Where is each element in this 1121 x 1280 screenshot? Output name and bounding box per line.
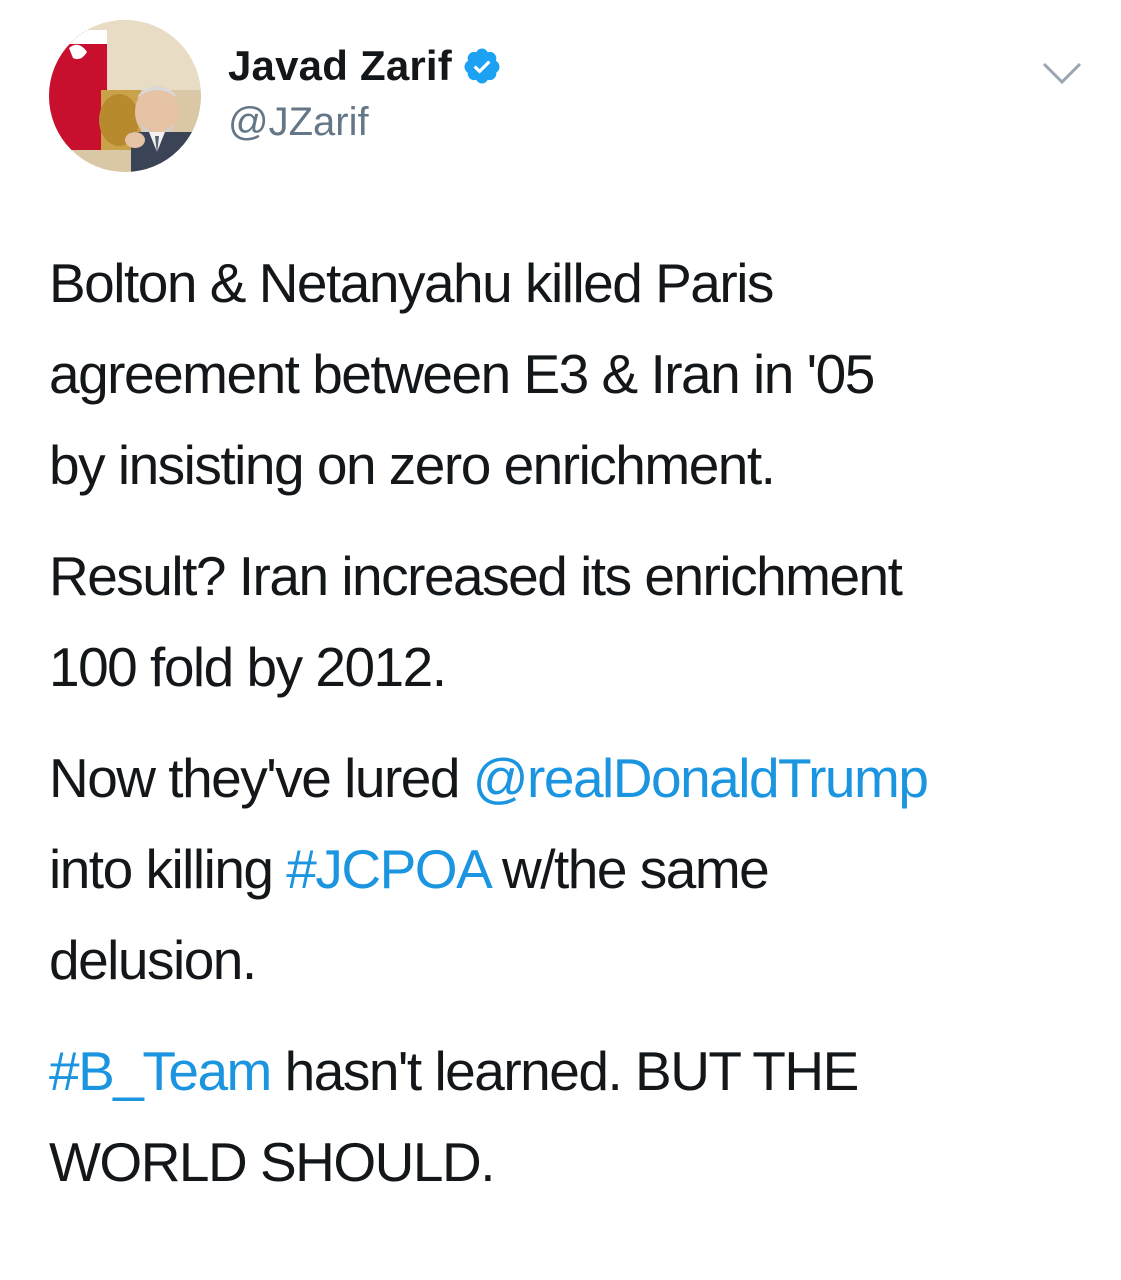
avatar[interactable] <box>49 20 201 172</box>
tweet-paragraph: #B_Team hasn't learned. BUT THE WORLD SHO… <box>49 1026 1089 1208</box>
tweet-line: Result? Iran increased its enrichment <box>49 531 1089 622</box>
tweet-paragraph: Result? Iran increased its enrichment 100… <box>49 531 1089 713</box>
tweet-text-segment: hasn't learned. BUT THE <box>270 1040 860 1102</box>
tweet-line: #B_Team hasn't learned. BUT THE <box>49 1026 1089 1117</box>
tweet-text-segment: by insisting on zero enrichment. <box>49 434 776 496</box>
tweet-card: Javad Zarif @JZarif Bolton & Netanyahu k… <box>0 0 1121 1280</box>
tweet-line: Now they've lured @realDonaldTrump <box>49 733 1089 824</box>
tweet-text-segment: WORLD SHOULD. <box>49 1131 496 1193</box>
tweet-text-segment: 100 fold by 2012. <box>49 636 447 698</box>
tweet-line: into killing #JCPOA w/the same <box>49 824 1089 915</box>
tweet-text-segment: Now they've lured <box>49 747 473 809</box>
tweet-line: Bolton & Netanyahu killed Paris <box>49 238 1089 329</box>
tweet-text-segment: agreement between E3 & Iran in '05 <box>49 343 875 405</box>
tweet-text-segment: w/the same <box>488 838 770 900</box>
tweet-text-segment: delusion. <box>49 929 257 991</box>
tweet-text: Bolton & Netanyahu killed Paris agreement… <box>49 238 1089 1228</box>
mention-link[interactable]: @realDonaldTrump <box>473 747 929 809</box>
name-row: Javad Zarif <box>228 38 502 94</box>
profile-photo-icon <box>49 20 201 172</box>
verified-badge-icon <box>462 46 502 86</box>
tweet-text-segment: into killing <box>49 838 287 900</box>
tweet-text-segment: Bolton & Netanyahu killed Paris <box>49 252 774 314</box>
tweet-line: delusion. <box>49 915 1089 1006</box>
tweet-paragraph: Bolton & Netanyahu killed Paris agreement… <box>49 238 1089 511</box>
chevron-down-icon[interactable] <box>1040 58 1084 88</box>
tweet-line: agreement between E3 & Iran in '05 <box>49 329 1089 420</box>
tweet-paragraph: Now they've lured @realDonaldTrump into k… <box>49 733 1089 1006</box>
hashtag-link[interactable]: #JCPOA <box>286 838 489 900</box>
user-handle[interactable]: @JZarif <box>228 100 502 145</box>
tweet-text-segment: Result? Iran increased its enrichment <box>49 545 903 607</box>
tweet-line: 100 fold by 2012. <box>49 622 1089 713</box>
tweet-line: WORLD SHOULD. <box>49 1117 1089 1208</box>
hashtag-link[interactable]: #B_Team <box>49 1040 272 1102</box>
tweet-line: by insisting on zero enrichment. <box>49 420 1089 511</box>
display-name[interactable]: Javad Zarif <box>228 42 452 90</box>
user-info: Javad Zarif @JZarif <box>228 38 502 145</box>
